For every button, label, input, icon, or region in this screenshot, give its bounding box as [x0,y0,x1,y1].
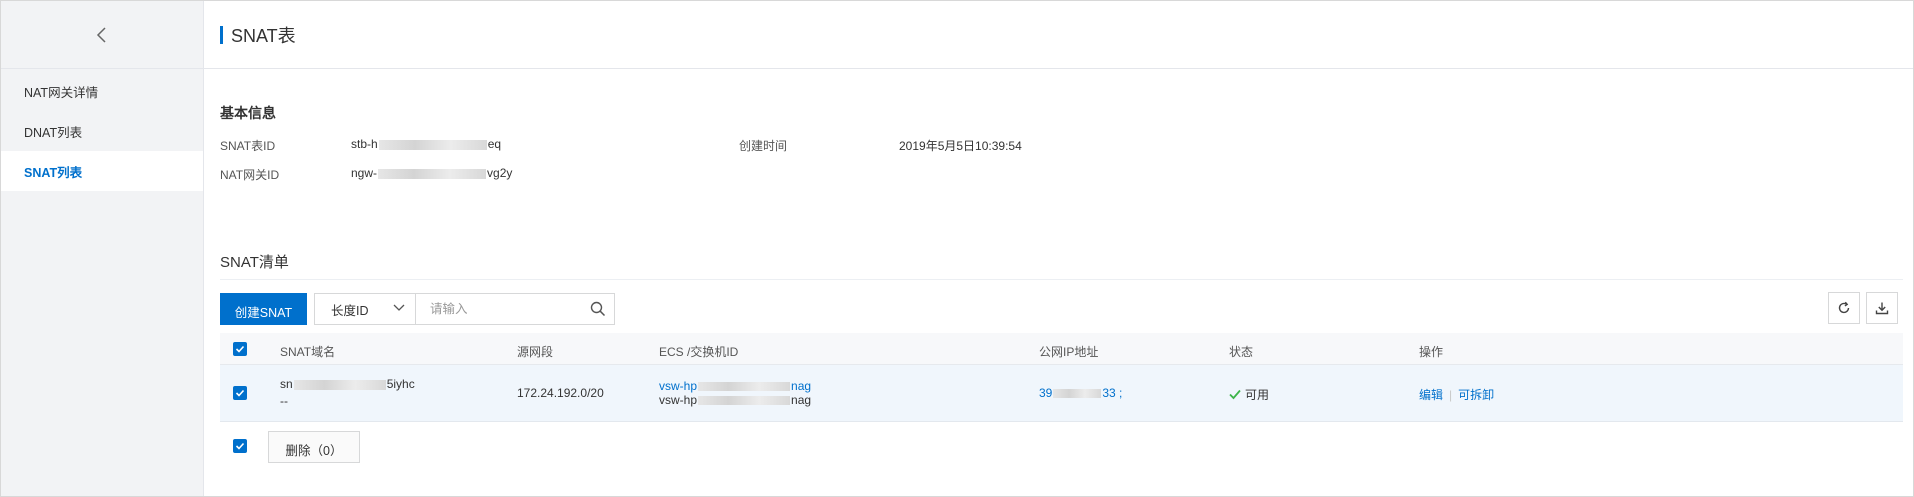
column-header-actions: 操作 [1419,345,1444,359]
basic-info-title: 基本信息 [220,105,276,121]
nat-gateway-id-prefix: ngw- [351,166,378,180]
column-header-public-ip: 公网IP地址 [1039,345,1099,359]
column-header-status: 状态 [1229,345,1254,359]
check-icon [235,442,245,450]
divider [220,279,1903,280]
vswitch-id-suffix: nag [791,379,812,393]
sidebar-item-label: DNAT列表 [24,125,83,140]
source-cidr: 172.24.192.0/20 [517,386,604,400]
redacted-mask [378,139,487,150]
check-icon [235,389,245,397]
download-button[interactable] [1866,292,1898,324]
snat-table-id-prefix: stb-h [351,137,378,151]
search-input[interactable] [416,295,576,323]
created-value: 2019年5月5日10:39:54 [899,139,1022,153]
filter-select[interactable]: 长度ID [314,293,416,325]
snat-name-prefix: sn [280,377,293,391]
chevron-down-icon [393,304,405,311]
snat-list-title: SNAT清单 [220,254,289,271]
public-ip-suffix: 33 ; [1102,386,1123,400]
refresh-button[interactable] [1828,292,1860,324]
snat-name: sn 5iyhc [280,377,415,391]
search-icon[interactable] [590,301,606,317]
download-icon [1875,302,1889,315]
redacted-mask [293,379,386,390]
nat-gateway-id-label: NAT网关ID [220,168,280,182]
column-header-source-cidr: 源网段 [517,345,554,359]
redacted-mask [698,382,791,392]
check-icon [1229,389,1241,400]
vswitch-id-suffix: nag [791,393,812,407]
snat-name-sub: -- [280,394,288,408]
column-header-ecs-vswitch: ECS /交换机ID [659,345,739,359]
title-accent-bar [220,25,223,44]
page-title: SNAT表 [231,25,296,46]
table-header: SNAT域名 源网段 ECS /交换机ID 公网IP地址 状态 操作 [220,333,1903,365]
vswitch-link[interactable]: vsw-hp nag [659,379,811,393]
snat-table-id-suffix: eq [487,137,502,151]
nat-gateway-id-suffix: vg2y [487,166,513,180]
redacted-mask [378,168,487,179]
vswitch-id-prefix: vsw-hp [659,379,698,393]
table-row[interactable]: sn 5iyhc -- 172.24.192.0/20 vsw-hp nag vsw… [220,365,1903,422]
filter-select-value: 长度ID [331,303,369,318]
search-box [415,293,615,325]
select-all-checkbox[interactable] [233,342,247,356]
status-badge: 可用 [1229,386,1269,403]
row-actions: 编辑 | 可拆卸 [1419,386,1494,403]
sidebar-item-dnat[interactable]: DNAT列表 [1,111,203,151]
vswitch-id-prefix: vsw-hp [659,393,698,407]
snat-table-id-label: SNAT表ID [220,139,276,153]
sidebar-item-label: NAT网关详情 [24,85,99,100]
row-checkbox[interactable] [233,386,247,400]
vswitch-id-secondary: vsw-hp nag [659,393,811,407]
sidebar-item-snat[interactable]: SNAT列表 [1,151,203,191]
sidebar-item-nat-detail[interactable]: NAT网关详情 [1,71,203,111]
delete-button[interactable]: 删除（0） [268,431,360,463]
sidebar-item-label: SNAT列表 [24,165,83,180]
footer-select-all-checkbox[interactable] [233,439,247,453]
back-button[interactable] [1,1,203,69]
redacted-mask [1053,389,1102,399]
created-label: 创建时间 [739,139,788,153]
snat-name-suffix: 5iyhc [386,377,415,391]
check-icon [235,345,245,353]
edit-link[interactable]: 编辑 [1419,388,1443,402]
column-header-snat-name: SNAT域名 [280,345,336,359]
nat-gateway-id-value: ngw-vg2y [351,166,512,180]
public-ip-link[interactable]: 39 33 ; [1039,386,1122,400]
public-ip-prefix: 39 [1039,386,1053,400]
chevron-left-icon [96,26,106,43]
action-separator: | [1449,388,1453,402]
detach-link[interactable]: 可拆卸 [1458,388,1494,402]
redacted-mask [698,396,791,406]
page-header: SNAT表 [204,1,1913,69]
sidebar-nav: NAT网关详情 DNAT列表 SNAT列表 [1,69,203,191]
sidebar: NAT网关详情 DNAT列表 SNAT列表 [1,1,204,496]
status-text: 可用 [1245,388,1270,402]
snat-table-id-value: stb-h eq [351,137,501,151]
refresh-icon [1838,301,1850,314]
main-content: SNAT表 基本信息 SNAT表ID stb-h eq 创建时间 2019年5月5… [204,1,1913,496]
create-snat-button[interactable]: 创建SNAT [220,293,307,325]
